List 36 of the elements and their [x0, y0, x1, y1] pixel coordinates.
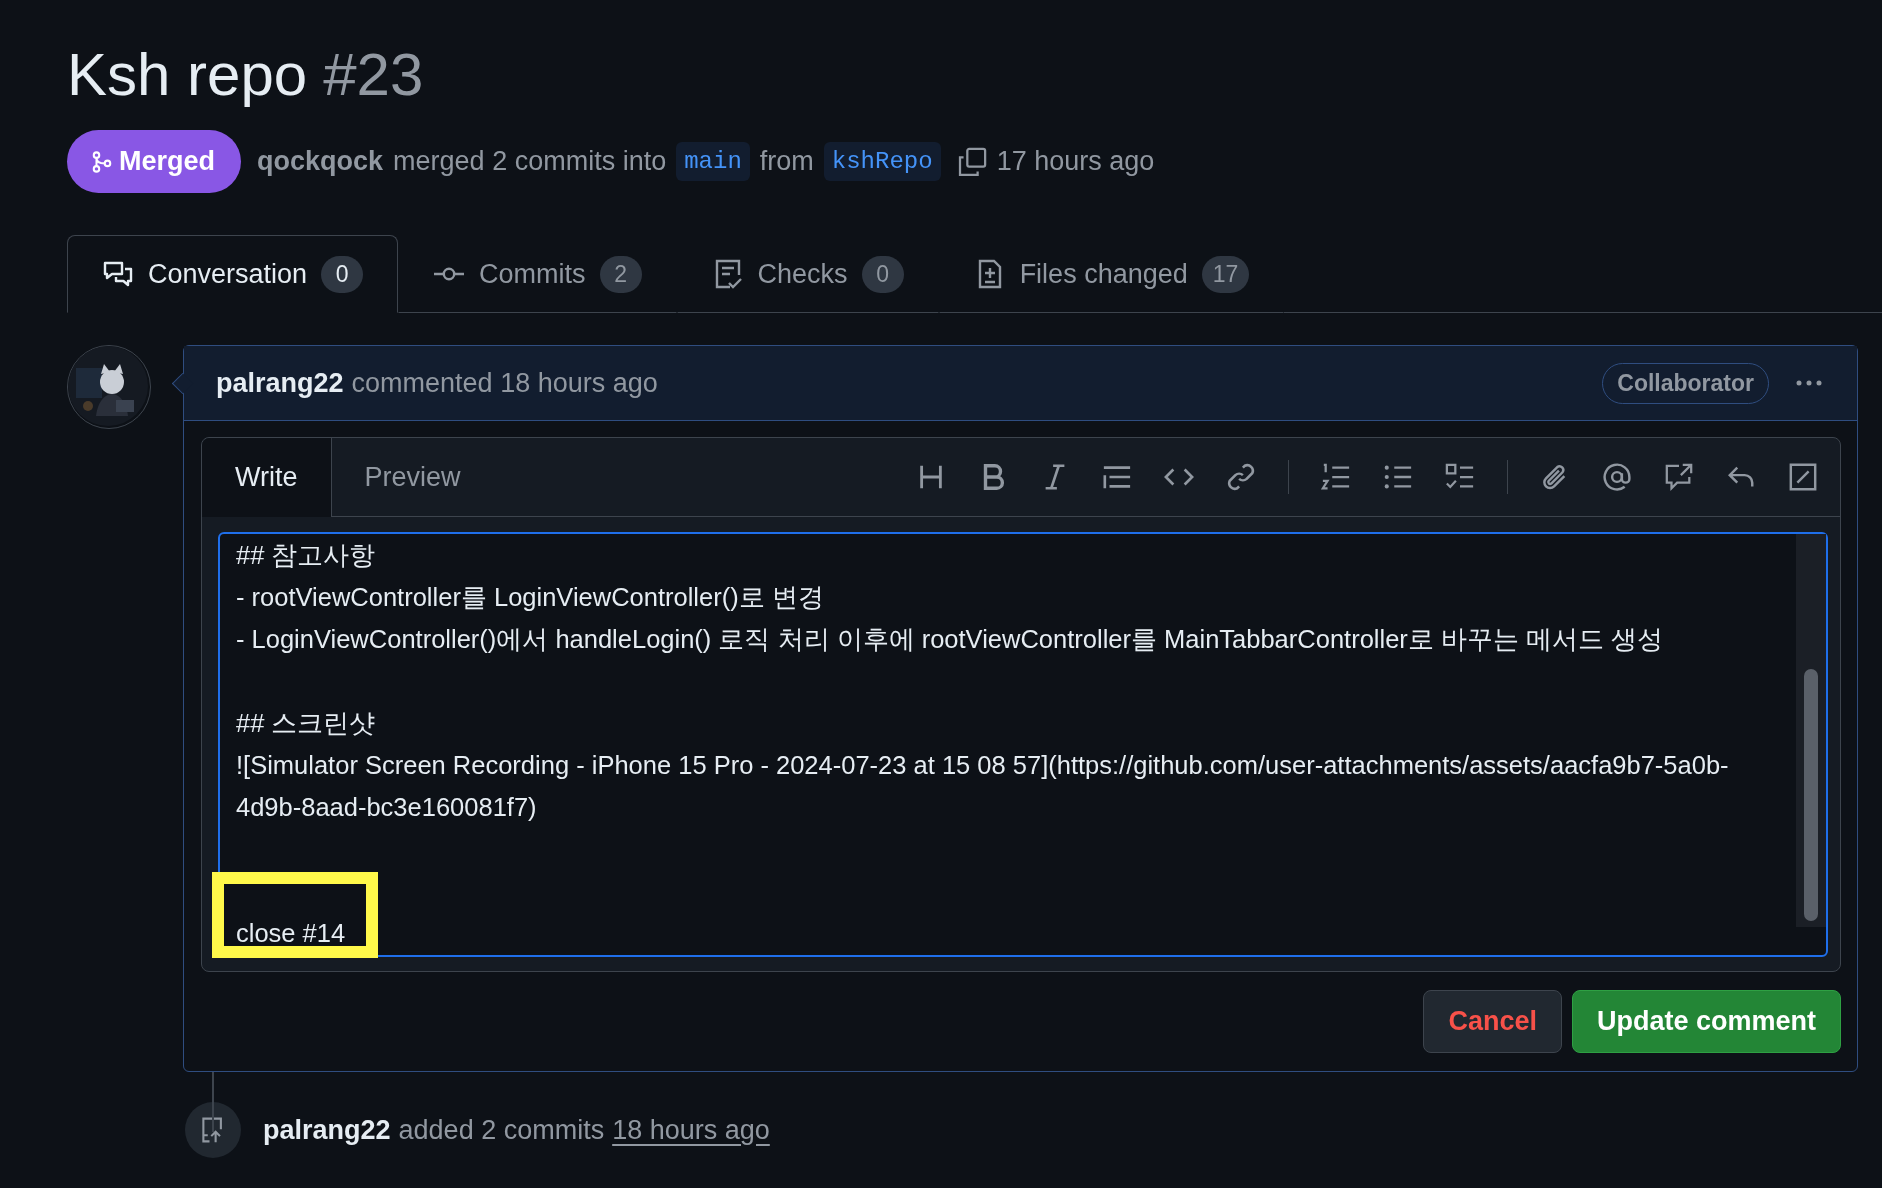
- state-badge: Merged: [67, 130, 242, 193]
- link-icon[interactable]: [1226, 462, 1256, 492]
- author-link[interactable]: palrang22: [263, 1114, 391, 1146]
- branch-link[interactable]: kshRepo: [823, 142, 941, 181]
- editor-tab[interactable]: Preview: [331, 438, 494, 516]
- mention-icon[interactable]: [1602, 462, 1632, 492]
- author-link[interactable]: qockqock: [257, 146, 384, 177]
- fullscreen-icon[interactable]: [1788, 462, 1818, 492]
- numbered-list-icon[interactable]: [1321, 462, 1351, 492]
- copy-icon[interactable]: [956, 146, 987, 177]
- cancel-button[interactable]: Cancel: [1423, 990, 1562, 1053]
- merge-icon: [91, 148, 113, 175]
- author-link[interactable]: palrang22: [216, 367, 344, 399]
- merge-summary: merged 2 commits into: [393, 146, 667, 177]
- tab[interactable]: Files changed 17: [938, 235, 1285, 313]
- tab[interactable]: Checks 0: [676, 235, 939, 313]
- count-badge: 0: [861, 255, 904, 293]
- timestamp-link[interactable]: 18 hours ago: [612, 1114, 770, 1146]
- update-comment-button[interactable]: Update comment: [1571, 990, 1841, 1053]
- merge-time: 17 hours ago: [996, 146, 1155, 177]
- cross-reference-icon[interactable]: [1664, 462, 1694, 492]
- from-text: from: [759, 146, 814, 177]
- count-badge: 0: [321, 255, 364, 293]
- count-badge: 2: [599, 255, 642, 293]
- push-icon: [185, 1102, 241, 1158]
- tab[interactable]: Conversation 0: [67, 235, 399, 313]
- comment-text-field[interactable]: ## 참고사항 - rootViewController를 LoginViewController()로 변경 - LoginViewController()에서 handleLogin() 로직 처리 이후에 rootViewController를 MainTabbarController로 바꾸는 메서드 생성 ## 스크린샷 ![Simulator Screen Recording - iPhone 15 Pro - 2024-07-23 at 15 08 57](https://github.com/user-attachments/assets/aacfa9b7-5a0b-4d9b-8aad-bc3e160081f7) close #14: [218, 532, 1828, 957]
- pr-number: #23: [323, 40, 424, 110]
- count-badge: 17: [1201, 255, 1250, 293]
- tab[interactable]: Commits 2: [398, 235, 677, 313]
- event-text: added 2 commits: [398, 1114, 605, 1146]
- editor-tab[interactable]: Write: [202, 438, 332, 517]
- scrollbar[interactable]: [1796, 534, 1826, 927]
- pr-title: Ksh repo: [67, 40, 308, 110]
- branch-link[interactable]: main: [676, 142, 750, 181]
- comment-time: commented 18 hours ago: [351, 367, 658, 399]
